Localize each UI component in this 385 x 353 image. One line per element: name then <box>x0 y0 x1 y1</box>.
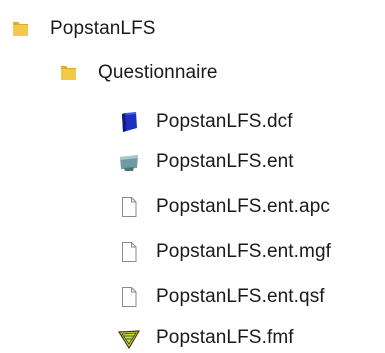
tree-item-file[interactable]: PopstanLFS.fmf <box>118 323 294 353</box>
tree-item-root-folder[interactable]: PopstanLFS <box>10 14 156 44</box>
tree-item-file[interactable]: PopstanLFS.ent <box>118 147 294 177</box>
tree-item-label: PopstanLFS.ent.mgf <box>156 241 332 262</box>
tree-item-label: PopstanLFS.ent.qsf <box>156 286 325 307</box>
tree-item-file[interactable]: PopstanLFS.dcf <box>118 107 293 137</box>
generic-file-icon <box>118 196 140 218</box>
form-file-icon <box>118 327 140 349</box>
tree-item-questionnaire-folder[interactable]: Questionnaire <box>58 58 218 88</box>
tree-item-file[interactable]: PopstanLFS.ent.qsf <box>118 282 325 312</box>
tree-item-label: PopstanLFS.ent.apc <box>156 196 330 217</box>
tree-item-label: PopstanLFS.dcf <box>156 111 293 132</box>
tree-item-label: PopstanLFS.ent <box>156 151 294 172</box>
generic-file-icon <box>118 241 140 263</box>
tree-item-label: PopstanLFS.fmf <box>156 327 294 348</box>
tree-item-file[interactable]: PopstanLFS.ent.apc <box>118 192 330 222</box>
folder-icon <box>10 18 32 40</box>
tree-item-label: Questionnaire <box>98 62 218 83</box>
tree-item-label: PopstanLFS <box>50 18 156 39</box>
generic-file-icon <box>118 286 140 308</box>
tree-item-file[interactable]: PopstanLFS.ent.mgf <box>118 237 331 267</box>
data-entry-app-icon <box>118 151 140 173</box>
folder-icon <box>58 62 80 84</box>
dictionary-file-icon <box>118 111 140 133</box>
